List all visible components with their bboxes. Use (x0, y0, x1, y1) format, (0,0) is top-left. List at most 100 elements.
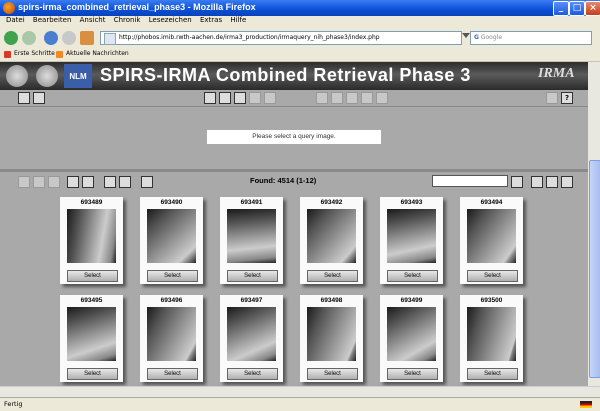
horizontal-scrollbar[interactable] (0, 386, 600, 397)
result-card: 693491 Select (220, 197, 283, 284)
result-thumbnail[interactable] (227, 209, 276, 263)
result-thumbnail[interactable] (147, 307, 196, 361)
tool-2-icon[interactable] (219, 92, 231, 104)
tool-9-icon[interactable] (361, 92, 373, 104)
go-icon[interactable] (511, 176, 523, 188)
app-banner: NLM SPIRS-IRMA Combined Retrieval Phase … (0, 62, 588, 90)
last-page-icon[interactable] (561, 176, 573, 188)
result-id: 693499 (400, 297, 423, 304)
page-input[interactable] (432, 175, 508, 187)
result-thumbnail[interactable] (467, 209, 516, 263)
scrollbar-thumb[interactable] (589, 160, 600, 378)
tool-6-icon[interactable] (316, 92, 328, 104)
nih-logo-icon (36, 65, 58, 87)
status-text: Fertig (4, 400, 23, 408)
select-button[interactable]: Select (307, 270, 358, 282)
back-page-icon[interactable] (48, 176, 60, 188)
result-thumbnail[interactable] (387, 209, 436, 263)
tool-8-icon[interactable] (346, 92, 358, 104)
reload-icon[interactable] (44, 31, 58, 45)
result-card: 693493 Select (380, 197, 443, 284)
select-button[interactable]: Select (147, 368, 198, 380)
page-content: NLM SPIRS-IRMA Combined Retrieval Phase … (0, 62, 588, 386)
prev-page-icon[interactable] (33, 176, 45, 188)
image-view-icon[interactable] (141, 176, 153, 188)
result-thumbnail[interactable] (67, 307, 116, 361)
select-button[interactable]: Select (467, 270, 518, 282)
select-button[interactable]: Select (307, 368, 358, 380)
result-card: 693492 Select (300, 197, 363, 284)
next-page-icon[interactable] (531, 176, 543, 188)
select-button[interactable]: Select (387, 368, 438, 380)
menu-datei[interactable]: Datei (6, 16, 25, 24)
result-id: 693495 (80, 297, 103, 304)
tool-4-icon[interactable] (249, 92, 261, 104)
tool-3-icon[interactable] (234, 92, 246, 104)
select-button[interactable]: Select (227, 270, 278, 282)
list-view-icon[interactable] (119, 176, 131, 188)
bookmark-erste-schritte[interactable]: Erste Schritte (14, 50, 55, 57)
help-icon[interactable]: ? (561, 92, 573, 104)
url-bar[interactable]: http://phobos.imib.rwth-aachen.de/irma3_… (100, 31, 462, 45)
refresh-icon[interactable] (33, 92, 45, 104)
tool-7-icon[interactable] (331, 92, 343, 104)
navigation-toolbar: http://phobos.imib.rwth-aachen.de/irma3_… (0, 28, 600, 49)
result-thumbnail[interactable] (67, 209, 116, 263)
tool-5-icon[interactable] (264, 92, 276, 104)
menu-bearbeiten[interactable]: Bearbeiten (33, 16, 71, 24)
result-thumbnail[interactable] (387, 307, 436, 361)
result-thumbnail[interactable] (227, 307, 276, 361)
first-page-icon[interactable] (18, 176, 30, 188)
settings-icon[interactable] (546, 92, 558, 104)
select-button[interactable]: Select (467, 368, 518, 380)
minimize-button[interactable]: _ (553, 1, 569, 16)
tool-1-icon[interactable] (204, 92, 216, 104)
query-area: Please select a query image. (0, 107, 588, 169)
result-card: 693489 Select (60, 197, 123, 284)
result-thumbnail[interactable] (147, 209, 196, 263)
result-id: 693491 (240, 199, 263, 206)
result-id: 693493 (400, 199, 423, 206)
result-id: 693497 (240, 297, 263, 304)
select-button[interactable]: Select (67, 270, 118, 282)
result-card: 693496 Select (140, 295, 203, 382)
language-flag-icon (580, 401, 592, 408)
search-input[interactable]: G Google (470, 31, 592, 45)
url-text: http://phobos.imib.rwth-aachen.de/irma3_… (119, 34, 380, 41)
view-1-icon[interactable] (67, 176, 79, 188)
grid-view-icon[interactable] (104, 176, 116, 188)
found-count: Found: 4514 (1-12) (250, 176, 317, 185)
result-id: 693490 (160, 199, 183, 206)
menu-chronik[interactable]: Chronik (114, 16, 141, 24)
menu-lesezeichen[interactable]: Lesezeichen (149, 16, 192, 24)
chevron-down-icon[interactable] (462, 33, 470, 38)
result-card: 693500 Select (460, 295, 523, 382)
reset-icon[interactable] (18, 92, 30, 104)
forward-page-icon[interactable] (546, 176, 558, 188)
tool-10-icon[interactable] (376, 92, 388, 104)
search-placeholder: Google (480, 34, 503, 41)
stop-icon[interactable] (62, 31, 76, 45)
firefox-icon (3, 2, 15, 14)
result-thumbnail[interactable] (307, 307, 356, 361)
results-toolbar: Found: 4514 (1-12) (0, 172, 588, 190)
select-button[interactable]: Select (227, 368, 278, 380)
result-thumbnail[interactable] (307, 209, 356, 263)
menu-extras[interactable]: Extras (200, 16, 222, 24)
maximize-button[interactable]: □ (569, 1, 585, 16)
back-icon[interactable] (4, 31, 18, 45)
bookmark-aktuelle-nachrichten[interactable]: Aktuelle Nachrichten (66, 50, 129, 57)
select-button[interactable]: Select (67, 368, 118, 380)
result-id: 693496 (160, 297, 183, 304)
result-thumbnail[interactable] (467, 307, 516, 361)
view-2-icon[interactable] (82, 176, 94, 188)
select-button[interactable]: Select (147, 270, 198, 282)
forward-icon[interactable] (22, 31, 36, 45)
home-icon[interactable] (80, 31, 94, 45)
select-button[interactable]: Select (387, 270, 438, 282)
result-id: 693500 (480, 297, 503, 304)
menu-ansicht[interactable]: Ansicht (80, 16, 106, 24)
menu-hilfe[interactable]: Hilfe (230, 16, 246, 24)
close-button[interactable]: × (585, 1, 600, 16)
result-card: 693495 Select (60, 295, 123, 382)
